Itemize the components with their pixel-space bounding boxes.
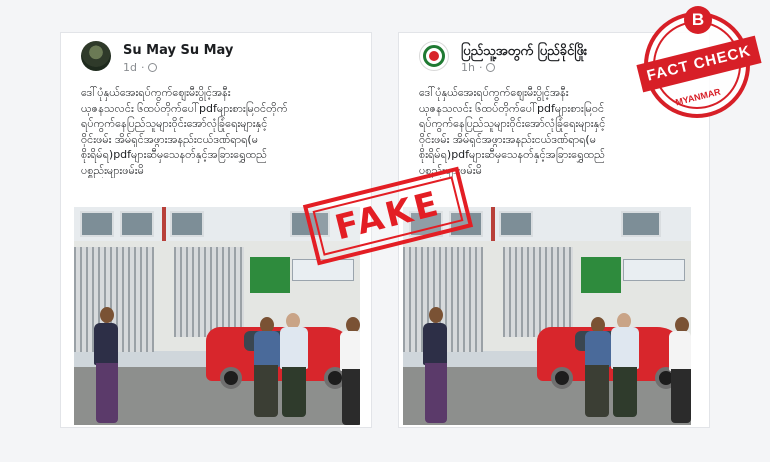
person-longyi: [613, 367, 637, 417]
avatar[interactable]: [419, 41, 449, 71]
composite-image: Su May Su May 1d · ဒေါ်ပုံနှယ်အေးရပ်ကွက်…: [0, 0, 770, 462]
person-shirt: [611, 327, 639, 369]
avatar[interactable]: [81, 41, 111, 71]
person-shirt: [669, 331, 691, 371]
badge-logo-letter: B: [684, 6, 712, 34]
car-wheel: [551, 367, 573, 389]
post-text-line: စိုးရိမ်ရ)pdfများဆီမှသေနတ်နှင့်အခြားရွှေ…: [81, 148, 267, 161]
window: [80, 211, 114, 237]
post-text-line: ဒေါ်ပုံနှယ်အေးရပ်ကွက်ဈေးမီးပွိုင့်အနီး: [81, 86, 231, 99]
green-sign: [250, 257, 290, 293]
person-shirt: [94, 323, 118, 365]
person-shirt: [423, 323, 447, 365]
metal-gate: [503, 247, 573, 337]
post-time[interactable]: 1h: [461, 61, 475, 74]
green-sign: [581, 257, 621, 293]
window: [120, 211, 154, 237]
post-meta: 1h ·: [461, 61, 496, 74]
person-longyi: [254, 365, 278, 417]
logo-core: [429, 51, 439, 61]
shop-sign: [623, 259, 685, 281]
car-wheel: [220, 367, 242, 389]
fact-check-badge: B FACT CHECK MYANMAR: [636, 6, 762, 126]
post-meta: 1d ·: [123, 61, 158, 74]
post-text-line: ဝိုင်းဖမ်း အိမ်ရှင်အဖွားအနည်းငယ်ဒဏ်ရာရ(မ: [419, 132, 596, 146]
post-text-line: ပစ္စည်းများဖမ်းမိ: [419, 163, 482, 177]
post-author[interactable]: ပြည်သူ့အတွက် ပြည်ခိုင်ဖြိုး: [461, 43, 587, 62]
person-longyi: [585, 365, 609, 417]
post-text-line: ယုဇနသလင်း ၆ထပ်တိုက်ပေါ်pdfများ‌စားမြဝင်တ…: [81, 101, 288, 115]
post-text-line: စိုးရိမ်ရ)pdfများဆီမှသေနတ်နှင့်အခြားရွှေ…: [419, 148, 605, 161]
person-shirt: [585, 331, 611, 367]
person-shirt: [254, 331, 280, 367]
globe-icon: [148, 63, 158, 72]
dot-separator: ·: [478, 61, 483, 74]
metal-gate: [174, 247, 244, 337]
person-shirt: [340, 331, 360, 371]
dot-separator: ·: [140, 61, 145, 74]
post-photo[interactable]: [403, 207, 691, 425]
person-head: [429, 307, 443, 323]
globe-icon: [486, 63, 496, 72]
window: [499, 211, 533, 237]
person-longyi: [96, 363, 118, 423]
person-longyi: [282, 367, 306, 417]
post-text-line: ရပ်ကွက်နေပြည်သူများဝိုင်းအော်လုံခြုံရေးမ…: [81, 117, 268, 130]
person-longyi: [425, 363, 447, 423]
person-head: [100, 307, 114, 323]
post-author[interactable]: Su May Su May: [123, 43, 233, 58]
window: [621, 211, 661, 237]
post-text-line: ပစ္စည်းများဖမ်းမိ: [81, 163, 144, 177]
person-longyi: [671, 369, 691, 423]
person-longyi: [342, 369, 360, 425]
person-shirt: [280, 327, 308, 369]
post-text-line: ဝိုင်းဖမ်း အိမ်ရှင်အဖွားအနည်းငယ်ဒဏ်ရာရ(မ: [81, 132, 258, 146]
window: [170, 211, 204, 237]
post-text: ဒေါ်ပုံနှယ်အေးရပ်ကွက်ဈေးမီးပွိုင့်အနီး ယ…: [81, 85, 361, 178]
post-time[interactable]: 1d: [123, 61, 137, 74]
